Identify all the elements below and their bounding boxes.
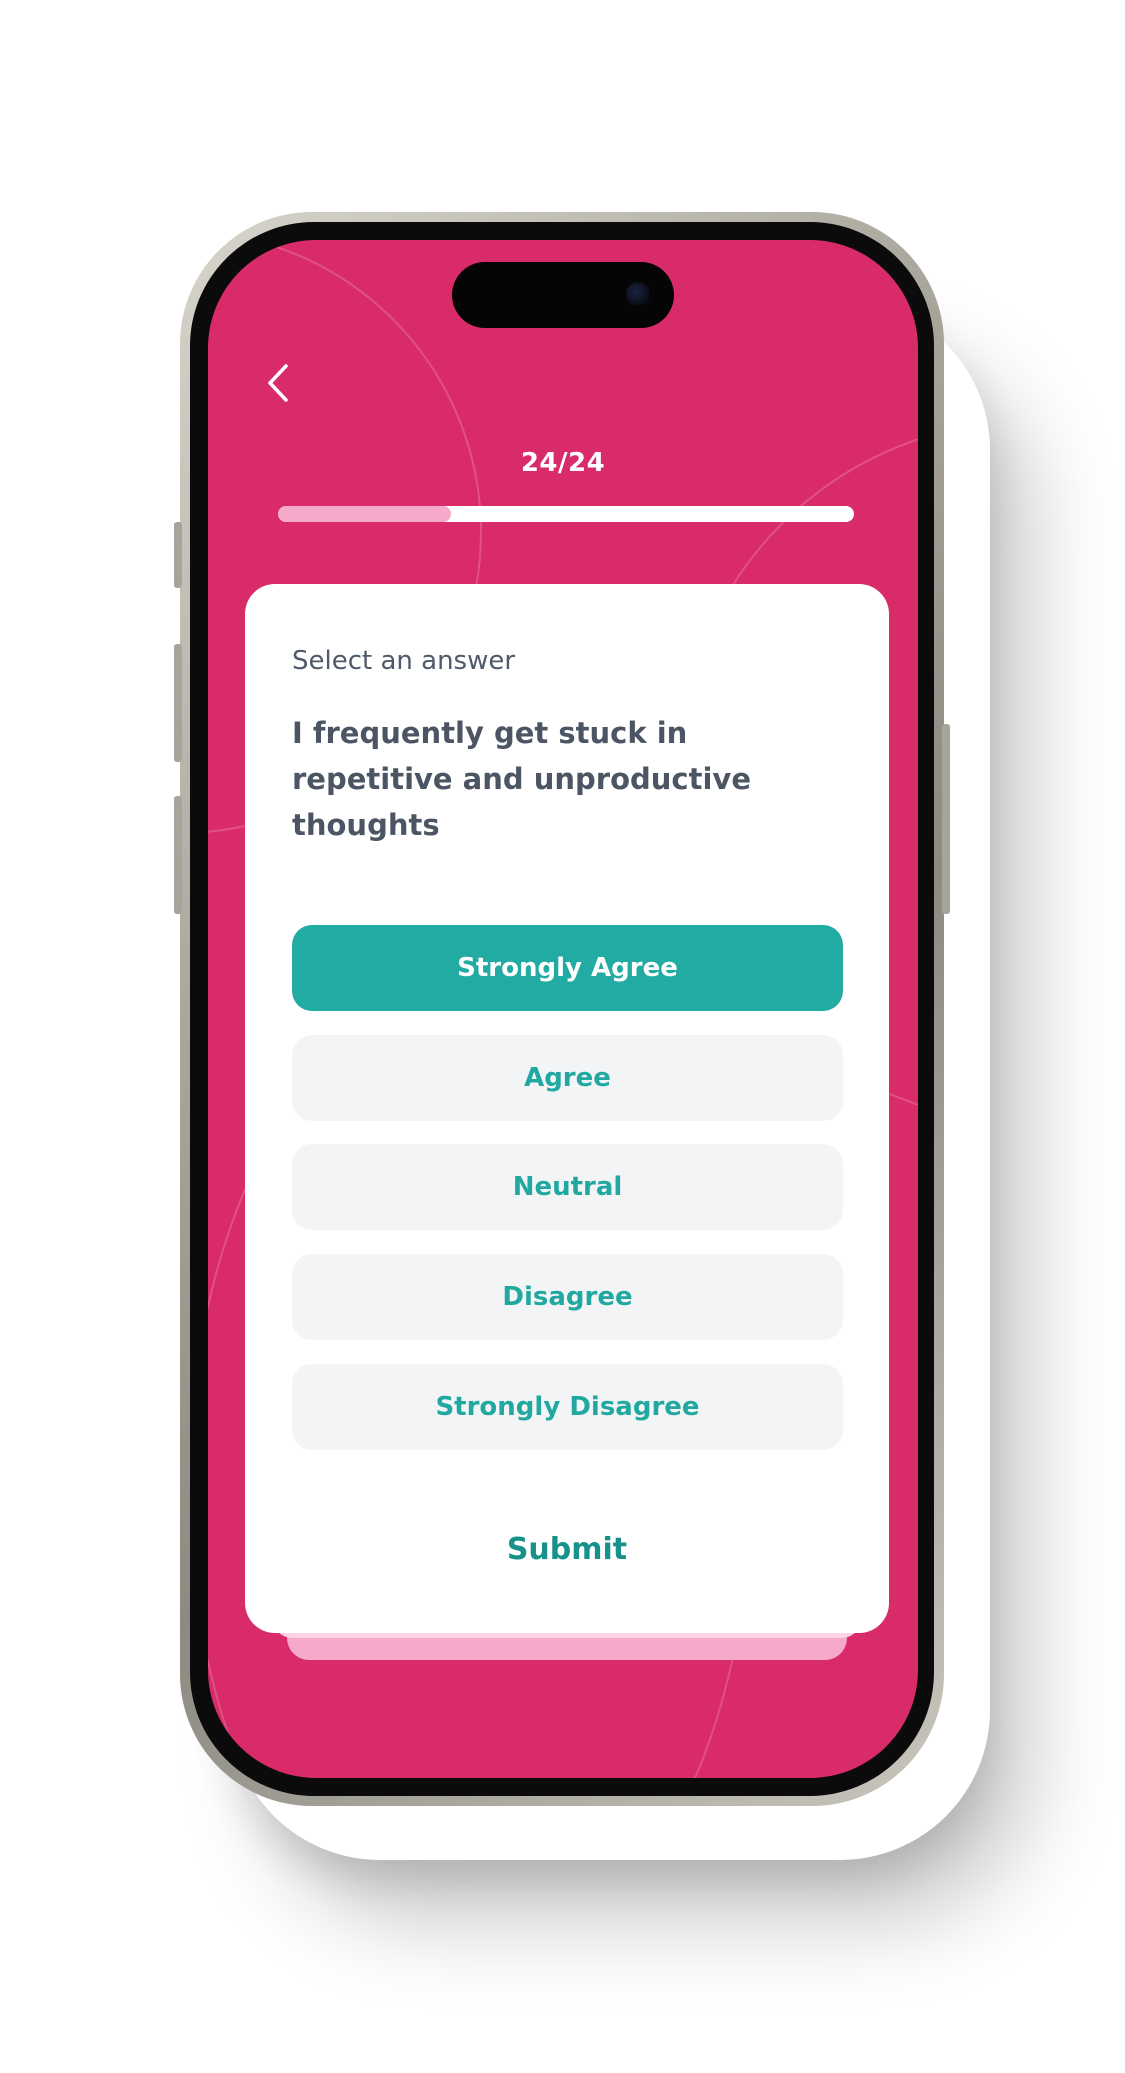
progress-bar bbox=[278, 506, 854, 522]
submit-button[interactable]: Submit bbox=[467, 1519, 667, 1579]
front-camera-icon bbox=[626, 282, 650, 306]
progress-bar-fill bbox=[278, 506, 451, 522]
volume-down-button bbox=[174, 796, 182, 914]
volume-up-button bbox=[174, 644, 182, 762]
option-strongly-agree[interactable]: Strongly Agree bbox=[292, 925, 843, 1011]
mockup-stage: 24/24 Select an answer I frequently get … bbox=[0, 0, 1125, 2073]
chevron-left-icon bbox=[268, 364, 288, 402]
action-button bbox=[174, 522, 182, 588]
option-neutral[interactable]: Neutral bbox=[292, 1144, 843, 1230]
dynamic-island bbox=[452, 262, 674, 328]
option-strongly-disagree[interactable]: Strongly Disagree bbox=[292, 1364, 843, 1450]
power-button bbox=[942, 724, 950, 914]
option-disagree[interactable]: Disagree bbox=[292, 1254, 843, 1340]
answer-hint: Select an answer bbox=[292, 646, 516, 676]
question-text: I frequently get stuck in repetitive and… bbox=[292, 716, 751, 842]
progress-counter: 24/24 bbox=[520, 448, 606, 478]
back-button[interactable] bbox=[258, 358, 298, 408]
question-card: Select an answer I frequently get stuck … bbox=[245, 584, 889, 1633]
option-agree[interactable]: Agree bbox=[292, 1035, 843, 1121]
app-screen: 24/24 Select an answer I frequently get … bbox=[208, 240, 918, 1778]
